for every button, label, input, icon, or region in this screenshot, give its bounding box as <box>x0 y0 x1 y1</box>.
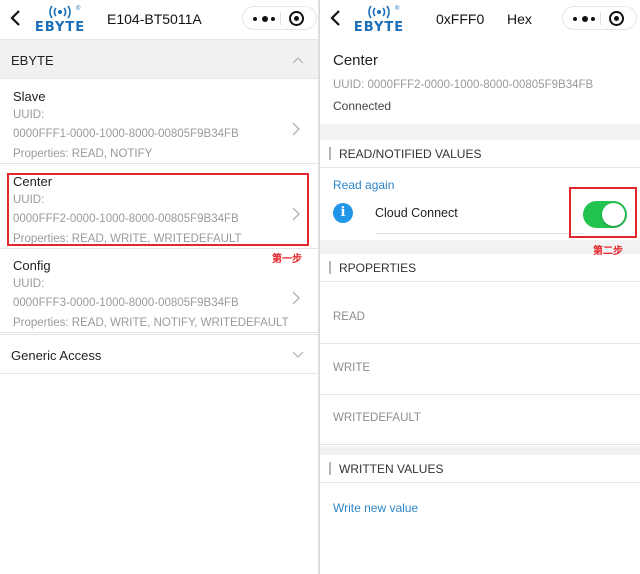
step-one-highlight-box <box>7 173 309 246</box>
logo-text: EBYTE <box>34 20 86 35</box>
close-target-circle-icon[interactable] <box>289 11 304 26</box>
service-name: Config <box>13 258 51 273</box>
hex-mode-toggle[interactable]: Hex <box>507 11 532 27</box>
capsule-divider <box>600 12 601 25</box>
service-group-title: Generic Access <box>11 348 102 363</box>
ebyte-logo: ® EBYTE <box>28 4 92 36</box>
more-dots-icon[interactable] <box>253 16 275 22</box>
properties-text: Properties: READ, NOTIFY <box>13 148 153 160</box>
property-label: WRITE <box>333 362 371 374</box>
logo-text: EBYTE <box>353 20 405 35</box>
write-new-value-link[interactable]: Write new value <box>333 501 418 515</box>
step-two-label: 第二步 <box>593 246 623 257</box>
info-icon: i <box>333 203 353 223</box>
characteristic-screen: ® EBYTE 0xFFF0 Hex Center UUID: 0000FFF2… <box>320 0 640 574</box>
back-chevron-left-icon[interactable] <box>8 8 24 30</box>
navigation-bar: ® EBYTE 0xFFF0 Hex <box>320 0 640 38</box>
mini-program-capsule <box>562 6 637 30</box>
step-two-highlight-box <box>569 187 637 238</box>
characteristic-name: Center <box>333 52 379 69</box>
cloud-connect-label: Cloud Connect <box>375 206 458 220</box>
section-title: READ/NOTIFIED VALUES <box>339 147 482 161</box>
section-title: RPOPERTIES <box>339 261 417 275</box>
back-chevron-left-icon[interactable] <box>328 8 344 30</box>
connection-status: Connected <box>333 99 392 113</box>
read-values-header: READ/NOTIFIED VALUES <box>320 140 640 168</box>
property-label: WRITEDEFAULT <box>333 412 421 424</box>
section-marker <box>329 462 331 475</box>
logo-registered-mark: ® <box>76 6 81 12</box>
section-title: WRITTEN VALUES <box>339 462 444 476</box>
service-group-title: EBYTE <box>11 53 54 68</box>
uuid-value: 0000FFF3-0000-1000-8000-00805F9B34FB <box>13 297 239 309</box>
uuid-label: UUID: <box>13 109 45 121</box>
ebyte-logo: ® EBYTE <box>347 4 411 36</box>
service-item-slave[interactable]: Slave UUID: 0000FFF1-0000-1000-8000-0080… <box>0 84 318 164</box>
service-name: Slave <box>13 89 46 104</box>
property-writedefault: WRITEDEFAULT <box>320 395 640 445</box>
step-one-label: 第一步 <box>272 254 302 265</box>
property-write: WRITE <box>320 345 640 395</box>
chevron-right-icon <box>292 122 300 136</box>
section-spacer <box>320 240 640 254</box>
logo-registered-mark: ® <box>395 6 400 12</box>
service-group-header-generic-access[interactable]: Generic Access <box>0 334 318 374</box>
chevron-right-icon <box>292 291 300 305</box>
characteristic-uuid: UUID: 0000FFF2-0000-1000-8000-00805F9B34… <box>333 79 594 91</box>
section-marker <box>329 261 331 274</box>
capsule-divider <box>280 12 281 25</box>
chevron-down-icon <box>292 351 304 359</box>
uuid-value: 0000FFF1-0000-1000-8000-00805F9B34FB <box>13 128 239 140</box>
service-item-config[interactable]: Config UUID: 0000FFF3-0000-1000-8000-008… <box>0 253 318 333</box>
more-dots-icon[interactable] <box>573 16 595 22</box>
section-marker <box>329 147 331 160</box>
row-divider <box>375 233 583 234</box>
properties-text: Properties: READ, WRITE, NOTIFY, WRITEDE… <box>13 317 289 329</box>
property-read: READ <box>320 294 640 344</box>
wireless-wave-icon <box>48 4 72 20</box>
written-values-header: WRITTEN VALUES <box>320 455 640 483</box>
properties-header: RPOPERTIES <box>320 254 640 282</box>
navigation-bar: ® EBYTE E104-BT5011A <box>0 0 318 38</box>
section-spacer <box>320 446 640 455</box>
mini-program-capsule <box>242 6 317 30</box>
services-screen: ® EBYTE E104-BT5011A EBYTE Slave UUID: 0… <box>0 0 319 574</box>
uuid-label: UUID: <box>13 278 45 290</box>
page-title: 0xFFF0 <box>436 11 485 27</box>
section-spacer <box>320 124 640 140</box>
close-target-circle-icon[interactable] <box>609 11 624 26</box>
service-group-header-ebyte[interactable]: EBYTE <box>0 39 318 79</box>
read-again-link[interactable]: Read again <box>333 178 394 192</box>
property-label: READ <box>333 311 365 323</box>
wireless-wave-icon <box>367 4 391 20</box>
chevron-up-icon <box>292 56 304 64</box>
page-title: E104-BT5011A <box>107 11 202 27</box>
